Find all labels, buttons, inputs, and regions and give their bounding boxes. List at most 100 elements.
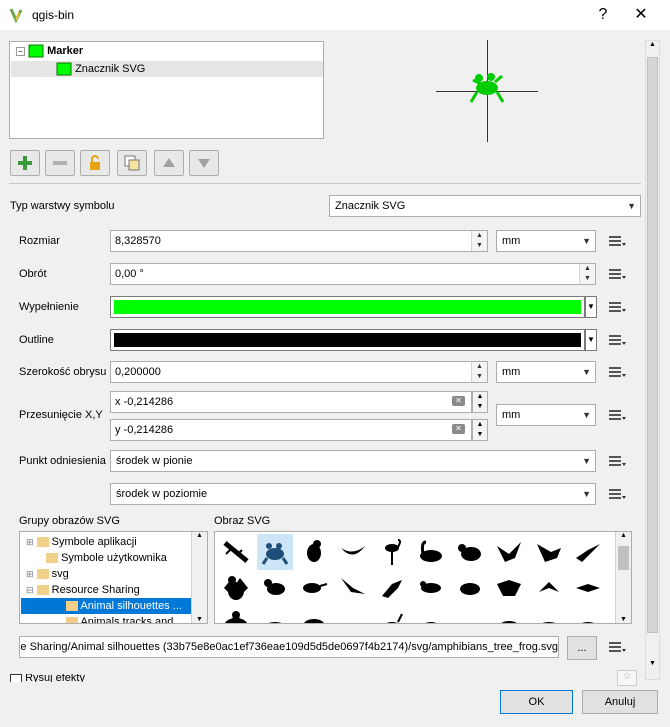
rotation-spinner[interactable]: ▲ ▼	[579, 264, 595, 284]
main-scrollbar[interactable]: ▲ ▼	[645, 40, 660, 680]
bat-icon[interactable]	[218, 570, 254, 606]
rotation-data-defined-button[interactable]	[606, 263, 628, 285]
anchor-vertical-data-defined-button[interactable]	[606, 450, 628, 472]
outline-data-defined-button[interactable]	[606, 329, 628, 351]
svg-images-scrollbar[interactable]: ▲ ▼	[615, 532, 631, 623]
deer-icon[interactable]	[374, 606, 410, 623]
rotation-input[interactable]: 0,00 ° ▲ ▼	[110, 263, 596, 285]
anchor-horizontal-select[interactable]: środek w poziomie ▼	[110, 483, 596, 505]
expand-icon[interactable]: ⊞	[26, 537, 34, 547]
frog-icon[interactable]	[257, 534, 294, 570]
scroll-up-icon[interactable]: ▲	[192, 532, 207, 539]
size-unit-select[interactable]: mm ▼	[496, 230, 596, 252]
swift-icon[interactable]	[570, 570, 606, 606]
collapse-icon[interactable]: −	[16, 46, 25, 56]
fill-data-defined-button[interactable]	[606, 296, 628, 318]
svg-path-data-defined-button[interactable]	[606, 636, 628, 658]
svg-groups-tree[interactable]: ⊞ Symbole aplikacji Symbole użytkownika …	[19, 531, 208, 624]
swallow-icon[interactable]	[570, 534, 606, 570]
tree-item-svg-marker[interactable]: Znacznik SVG	[11, 61, 323, 77]
heron-icon[interactable]	[374, 570, 410, 606]
outline-width-input[interactable]: 0,200000 ▲ ▼	[110, 361, 488, 383]
duplicate-layer-button[interactable]	[117, 150, 147, 176]
symbol-layer-tree[interactable]: − Marker Znacznik SVG	[9, 41, 324, 139]
clear-icon[interactable]: ✕	[452, 424, 465, 434]
scrollbar-thumb[interactable]	[618, 546, 629, 570]
offset-y-input[interactable]: y -0,214286 ✕	[110, 419, 472, 441]
move-down-button[interactable]	[189, 150, 219, 176]
draw-effects-row[interactable]: Rysuj efekty	[10, 674, 130, 682]
lock-layer-button[interactable]	[80, 150, 110, 176]
cancel-button[interactable]: Anuluj	[582, 690, 658, 714]
scroll-up-icon[interactable]: ▲	[646, 41, 659, 48]
svg-images-grid[interactable]: ▲ ▼	[214, 531, 632, 624]
tree-item-animal-tracks[interactable]: Animals tracks and ...	[66, 614, 186, 623]
scroll-up-icon[interactable]: ▲	[616, 532, 631, 539]
goose-icon[interactable]	[413, 534, 449, 570]
star-icon[interactable]: ☆	[617, 670, 637, 686]
size-spinner[interactable]: ▲ ▼	[471, 231, 487, 251]
outline-width-spinner[interactable]: ▲ ▼	[471, 362, 487, 382]
boar-icon[interactable]	[296, 606, 332, 623]
size-input[interactable]: 8,328570 ▲ ▼	[110, 230, 488, 252]
close-button[interactable]: ✕	[626, 4, 656, 26]
tree-item-app-symbols[interactable]: ⊞ Symbole aplikacji	[26, 534, 137, 550]
move-up-button[interactable]	[154, 150, 184, 176]
flamingo-icon[interactable]	[374, 534, 410, 570]
wren-icon[interactable]	[452, 570, 488, 606]
add-layer-button[interactable]	[10, 150, 40, 176]
tree-item-user-symbols[interactable]: Symbole użytkownika	[46, 550, 167, 566]
scroll-down-icon[interactable]: ▼	[192, 616, 207, 623]
hedgehog-icon[interactable]	[491, 606, 527, 623]
offset-unit-select[interactable]: mm ▼	[496, 404, 596, 426]
bird-perched-icon[interactable]	[296, 534, 332, 570]
offset-x-spinner[interactable]: ▲ ▼	[472, 391, 488, 413]
sparrow-icon[interactable]	[413, 570, 449, 606]
offset-y-spinner[interactable]: ▲ ▼	[472, 419, 488, 441]
hare-icon[interactable]	[413, 606, 449, 623]
moose-icon[interactable]	[570, 606, 606, 623]
tree-item-resource-sharing[interactable]: ⊟ Resource Sharing	[26, 582, 140, 598]
collapse-icon[interactable]: ⊟	[26, 585, 34, 595]
clear-icon[interactable]: ✕	[452, 396, 465, 406]
fox-icon[interactable]	[335, 606, 371, 623]
remove-layer-button[interactable]	[45, 150, 75, 176]
offset-x-input[interactable]: x -0,214286 ✕	[110, 391, 472, 413]
draw-effects-checkbox[interactable]	[10, 674, 22, 682]
fill-color-dropdown[interactable]: ▼	[585, 296, 597, 318]
tree-item-svg[interactable]: ⊞ svg	[26, 566, 69, 582]
weasel-icon[interactable]	[452, 606, 488, 623]
eagle-icon[interactable]	[491, 534, 527, 570]
finch-icon[interactable]	[257, 570, 293, 606]
ok-button[interactable]: OK	[500, 690, 573, 714]
svg-groups-scrollbar[interactable]: ▲ ▼	[191, 532, 207, 623]
data-defined-override-button[interactable]	[606, 230, 628, 252]
raven-icon[interactable]	[531, 534, 567, 570]
crane-icon[interactable]	[531, 570, 567, 606]
outline-width-unit-select[interactable]: mm ▼	[496, 361, 596, 383]
layer-type-select[interactable]: Znacznik SVG ▼	[329, 195, 641, 217]
outline-width-data-defined-button[interactable]	[606, 361, 628, 383]
help-button[interactable]: ?	[588, 4, 618, 26]
outline-color-button[interactable]	[110, 329, 585, 351]
scrollbar-thumb[interactable]	[647, 57, 658, 633]
svg-path-input[interactable]: e Sharing/Animal silhouettes (33b75e8e0a…	[19, 636, 559, 658]
expand-icon[interactable]: ⊞	[26, 569, 34, 579]
flying-bird-icon[interactable]	[335, 570, 371, 606]
fill-color-button[interactable]	[110, 296, 585, 318]
kingfisher-icon[interactable]	[296, 570, 332, 606]
tree-item-animal-silhouettes[interactable]: Animal silhouettes ...	[21, 598, 191, 614]
tree-item-marker[interactable]: − Marker	[16, 43, 83, 59]
gull-icon[interactable]	[335, 534, 371, 570]
browse-button[interactable]: ...	[567, 636, 597, 660]
grouse-icon[interactable]	[452, 534, 488, 570]
anchor-horizontal-data-defined-button[interactable]	[606, 483, 628, 505]
badger-icon[interactable]	[257, 606, 293, 623]
offset-data-defined-button[interactable]	[606, 404, 628, 426]
owl-flying-icon[interactable]	[491, 570, 527, 606]
scroll-down-icon[interactable]: ▼	[646, 660, 659, 667]
bear-icon[interactable]	[218, 606, 254, 623]
lizard-icon[interactable]	[218, 534, 254, 570]
scroll-down-icon[interactable]: ▼	[616, 616, 631, 623]
anchor-vertical-select[interactable]: środek w pionie ▼	[110, 450, 596, 472]
